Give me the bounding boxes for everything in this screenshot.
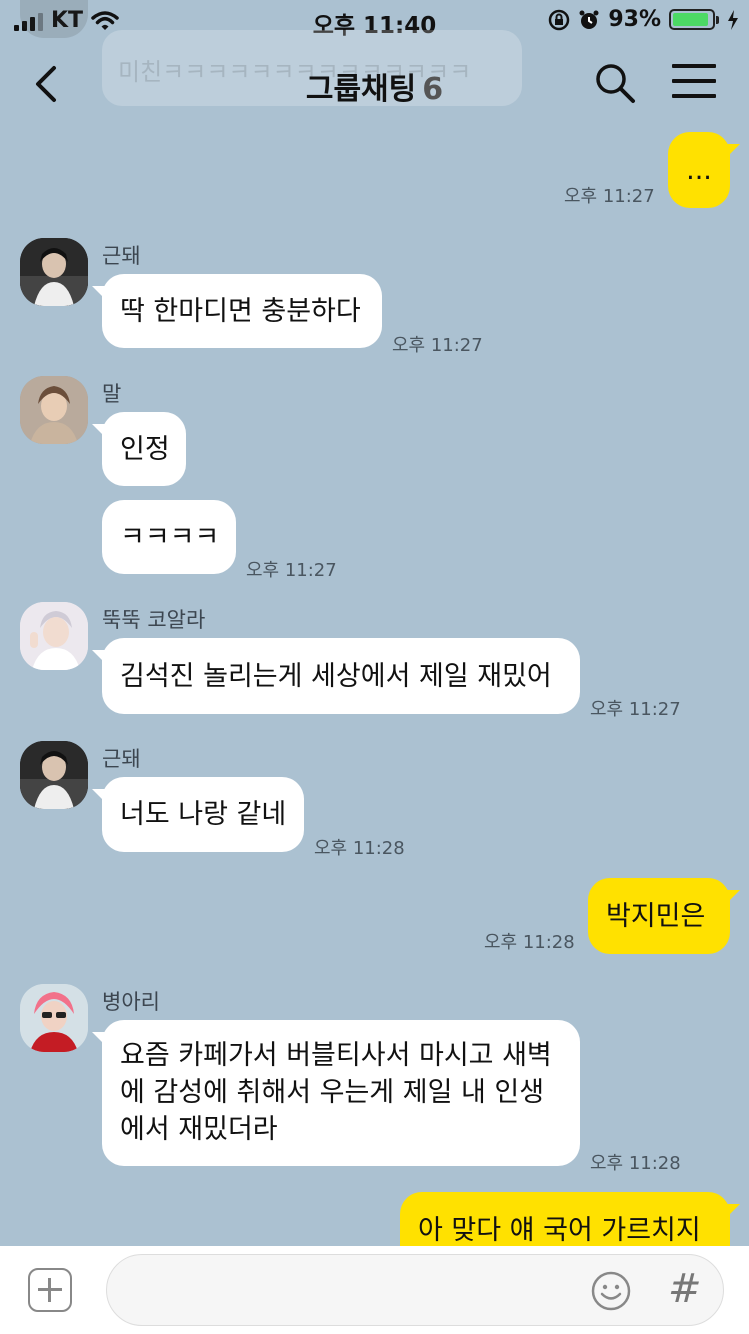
avatar[interactable] [20, 376, 88, 444]
charging-bolt-icon [728, 9, 738, 30]
chat-title: 그룹채팅 [305, 72, 417, 107]
message-time: 오후 11:28 [484, 932, 575, 953]
rotation-lock-icon [549, 9, 570, 30]
page-title: 그룹채팅 6 [0, 64, 749, 108]
hamburger-menu-icon[interactable] [672, 64, 716, 102]
member-count: 6 [422, 72, 444, 107]
message-time: 오후 11:28 [590, 1153, 681, 1174]
message-bubble[interactable]: 요즘 카페가서 버블티사서 마시고 새벽에 감성에 취해서 우는게 제일 내 인… [92, 1020, 580, 1166]
avatar[interactable] [20, 238, 88, 306]
avatar[interactable] [20, 602, 88, 670]
battery-icon [669, 9, 719, 30]
message-text: ... [686, 154, 712, 186]
sender-name: 말 [102, 382, 122, 406]
message-text: ㅋㅋㅋㅋ [120, 521, 220, 553]
message-time: 오후 11:27 [564, 186, 655, 207]
message-text: 박지민은 [606, 900, 706, 932]
battery-fill [673, 13, 709, 26]
plus-square-icon[interactable] [28, 1268, 72, 1312]
avatar[interactable] [20, 984, 88, 1052]
message-time: 오후 11:27 [246, 560, 337, 581]
message-text: 너도 나랑 같네 [120, 799, 287, 830]
message-bubble-mine[interactable]: ... [668, 132, 740, 208]
input-bar: # [0, 1246, 749, 1334]
message-bubble[interactable]: ㅋㅋㅋㅋ [102, 500, 236, 574]
message-time: 오후 11:27 [392, 335, 483, 356]
message-text: 딱 한마디면 충분하다 [120, 295, 361, 327]
battery-percent: 93% [608, 7, 661, 32]
message-bubble[interactable]: 김석진 놀리는게 세상에서 제일 재밌어 [92, 638, 580, 714]
message-time: 오후 11:28 [314, 838, 405, 859]
message-time: 오후 11:27 [590, 699, 681, 720]
message-bubble[interactable]: 너도 나랑 같네 [92, 777, 304, 852]
avatar-image [20, 741, 88, 809]
sender-name: 병아리 [102, 990, 160, 1014]
message-bubble[interactable]: 딱 한마디면 충분하다 [92, 274, 382, 348]
avatar-image [20, 376, 88, 444]
smiley-icon[interactable] [590, 1270, 632, 1312]
chat-header: 그룹채팅 6 [0, 42, 749, 128]
sender-name: 뚝뚝 코알라 [102, 608, 206, 632]
sender-name: 근돼 [102, 747, 141, 771]
avatar-image [20, 602, 88, 670]
avatar-image [20, 238, 88, 306]
alarm-icon [579, 10, 599, 29]
avatar[interactable] [20, 741, 88, 809]
message-text: 인정 [120, 433, 170, 465]
search-icon[interactable] [594, 62, 636, 104]
message-bubble-mine[interactable]: 박지민은 [588, 878, 740, 954]
message-bubble[interactable]: 인정 [92, 412, 186, 486]
hash-icon[interactable]: # [668, 1266, 702, 1312]
message-text: 요즘 카페가서 버블티사서 마시고 새벽에 감성에 취해서 우는게 제일 내 인… [120, 1040, 552, 1145]
avatar-image [20, 984, 88, 1052]
avatar [20, 0, 88, 38]
sender-name: 근돼 [102, 244, 141, 268]
message-text: 아 맞다 얘 국어 가르치지 [418, 1214, 701, 1246]
message-text: 김석진 놀리는게 세상에서 제일 재밌어 [120, 660, 552, 692]
